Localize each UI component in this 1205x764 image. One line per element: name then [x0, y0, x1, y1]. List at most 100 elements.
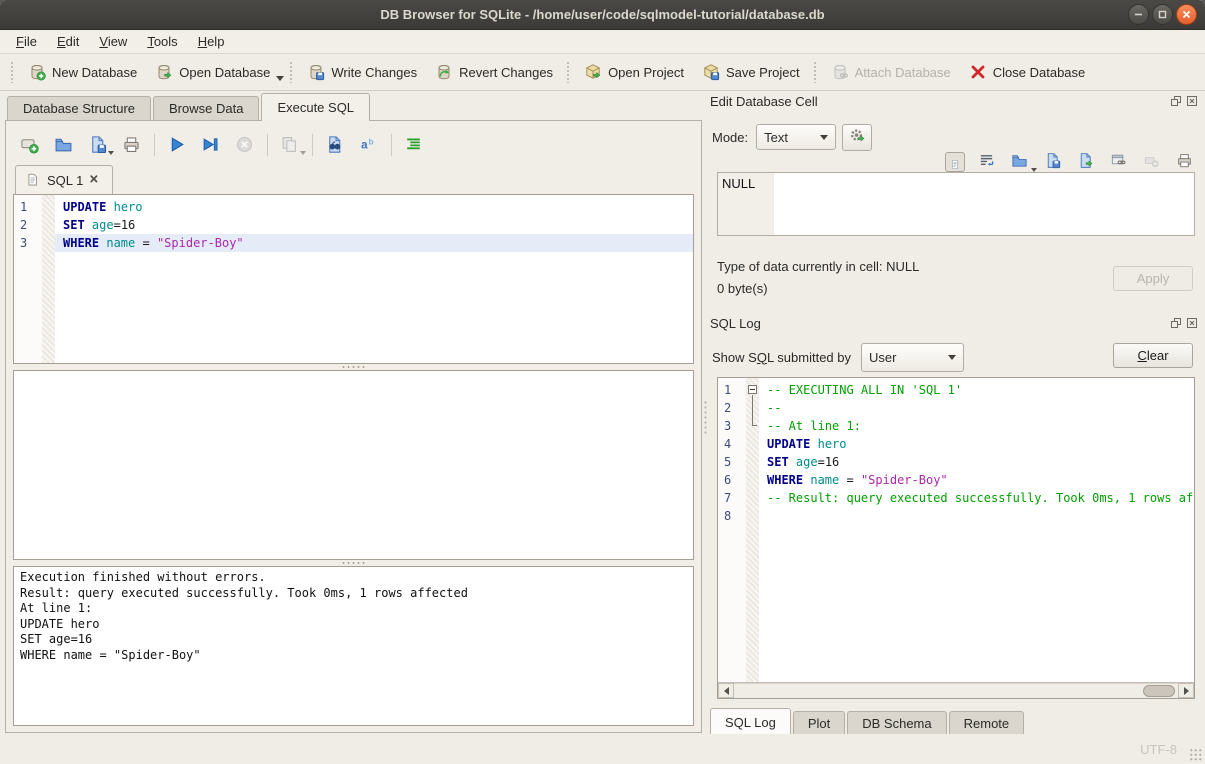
close-panel-icon[interactable] — [1186, 95, 1198, 107]
editor-code[interactable]: UPDATE heroSET age=16WHERE name = "Spide… — [55, 195, 693, 363]
menubar: FileEditViewToolsHelp — [0, 30, 1205, 54]
code-line: UPDATE hero — [759, 435, 1194, 453]
menu-file[interactable]: File — [6, 31, 47, 52]
save-sql-file-icon[interactable] — [88, 135, 108, 155]
toolbar-separator — [813, 61, 818, 83]
set-null-icon[interactable] — [1143, 152, 1163, 172]
revert-changes-button[interactable]: Revert Changes — [426, 58, 562, 86]
export-cell-icon[interactable] — [1077, 152, 1097, 172]
tab-execute-sql[interactable]: Execute SQL — [261, 93, 370, 121]
code-line: -- — [759, 399, 1194, 417]
cell-value-editor[interactable]: NULL — [717, 172, 1195, 236]
open-database-button[interactable]: Open Database — [146, 58, 279, 86]
line-number: 3 — [20, 234, 42, 252]
encoding-indicator[interactable]: UTF-8 — [1140, 742, 1177, 757]
close-database-icon — [969, 63, 987, 81]
fold-marker — [746, 435, 759, 453]
sql-log-title: SQL Log — [710, 316, 761, 331]
code-line: SET age=16 — [55, 216, 693, 234]
close-button[interactable] — [1176, 4, 1197, 25]
apply-button[interactable]: Apply — [1113, 266, 1193, 291]
import-cell-icon[interactable] — [1011, 152, 1031, 172]
float-panel-icon[interactable] — [1170, 95, 1182, 107]
close-panel-icon[interactable] — [1186, 317, 1198, 329]
bottom-tab-plot[interactable]: Plot — [793, 711, 845, 735]
bottom-tab-db-schema[interactable]: DB Schema — [847, 711, 946, 735]
print-cell-icon[interactable] — [1176, 152, 1196, 172]
toolbar-separator — [566, 61, 571, 83]
toggle-results-icon[interactable] — [404, 135, 424, 155]
text-view-icon[interactable] — [945, 152, 965, 172]
bottom-tab-remote[interactable]: Remote — [949, 711, 1025, 735]
tab-close-icon[interactable] — [89, 174, 102, 187]
minimize-button[interactable] — [1128, 4, 1149, 25]
execute-all-icon[interactable] — [167, 135, 187, 155]
editor-fold-margin — [42, 195, 55, 363]
sql-file-tab-bar: SQL 1 — [13, 165, 694, 194]
cell-size-info: 0 byte(s) — [717, 281, 768, 296]
fold-marker[interactable] — [746, 381, 759, 399]
results-grid[interactable] — [13, 370, 694, 560]
copy-results-icon[interactable] — [280, 135, 300, 155]
find-icon[interactable] — [325, 135, 345, 155]
pane-splitter[interactable] — [703, 400, 708, 436]
tab-browse-data[interactable]: Browse Data — [153, 96, 259, 121]
chevron-down-icon — [948, 355, 956, 360]
menu-help[interactable]: Help — [188, 31, 235, 52]
new-sql-tab-icon[interactable] — [20, 135, 40, 155]
chevron-down-icon[interactable] — [275, 63, 285, 81]
auto-switch-mode-button[interactable] — [842, 124, 872, 151]
toolbar-separator — [391, 134, 392, 156]
stop-icon[interactable] — [235, 135, 255, 155]
svg-text:b: b — [369, 137, 374, 147]
cell-value: NULL — [722, 176, 755, 191]
scrollbar-track[interactable] — [734, 683, 1178, 698]
code-line: -- At line 1: — [759, 417, 1194, 435]
execute-sql-panel: ab SQL 1 123 UPDATE heroSET age=16WHERE … — [5, 120, 702, 733]
open-database-icon — [155, 63, 173, 81]
log-filter-select[interactable]: User — [861, 343, 964, 372]
execution-message-area[interactable]: Execution finished without errors. Resul… — [13, 566, 694, 726]
menu-view[interactable]: View — [89, 31, 137, 52]
execute-line-icon[interactable] — [201, 135, 221, 155]
new-database-button[interactable]: New Database — [19, 58, 146, 86]
format-sql-icon[interactable]: ab — [359, 135, 379, 155]
sql-editor[interactable]: 123 UPDATE heroSET age=16WHERE name = "S… — [13, 194, 694, 364]
tab-database-structure[interactable]: Database Structure — [7, 96, 151, 121]
scroll-left-icon[interactable] — [718, 683, 734, 698]
fold-marker — [746, 453, 759, 471]
toolbar-button-label: Close Database — [993, 65, 1086, 80]
scrollbar-thumb[interactable] — [1143, 685, 1175, 697]
word-wrap-icon[interactable] — [978, 152, 998, 172]
open-in-app-icon[interactable] — [1110, 152, 1130, 172]
edit-cell-title: Edit Database Cell — [710, 94, 818, 109]
scroll-right-icon[interactable] — [1178, 683, 1194, 698]
app-window: DB Browser for SQLite - /home/user/code/… — [0, 0, 1205, 764]
line-number: 6 — [724, 471, 746, 489]
save-project-button[interactable]: Save Project — [693, 58, 809, 86]
write-changes-button[interactable]: Write Changes — [298, 58, 426, 86]
log-fold-margin — [746, 378, 759, 682]
menu-tools[interactable]: Tools — [137, 31, 187, 52]
attach-database-button[interactable]: Attach Database — [822, 58, 960, 86]
print-icon[interactable] — [122, 135, 142, 155]
close-database-button[interactable]: Close Database — [960, 58, 1095, 86]
sql-log-view[interactable]: 12345678 -- EXECUTING ALL IN 'SQL 1'----… — [717, 377, 1195, 699]
open-project-button[interactable]: Open Project — [575, 58, 693, 86]
float-panel-icon[interactable] — [1170, 317, 1182, 329]
clear-log-button[interactable]: Clear — [1113, 343, 1193, 368]
log-horizontal-scrollbar[interactable] — [718, 682, 1194, 698]
save-as-icon[interactable] — [1044, 152, 1064, 172]
maximize-button[interactable] — [1152, 4, 1173, 25]
mode-select[interactable]: Text — [756, 124, 836, 150]
right-pane: Edit Database Cell Mode: Text NULL Type … — [710, 92, 1200, 734]
menu-edit[interactable]: Edit — [47, 31, 89, 52]
sql-file-tab[interactable]: SQL 1 — [15, 165, 113, 194]
toolbar-button-label: Open Database — [179, 65, 270, 80]
titlebar[interactable]: DB Browser for SQLite - /home/user/code/… — [0, 0, 1205, 30]
sql-log-dock-header: SQL Log — [710, 316, 1200, 331]
bottom-tab-sql-log[interactable]: SQL Log — [710, 708, 791, 735]
open-sql-file-icon[interactable] — [54, 135, 74, 155]
resize-grip[interactable] — [1189, 748, 1202, 761]
open-project-icon — [584, 63, 602, 81]
